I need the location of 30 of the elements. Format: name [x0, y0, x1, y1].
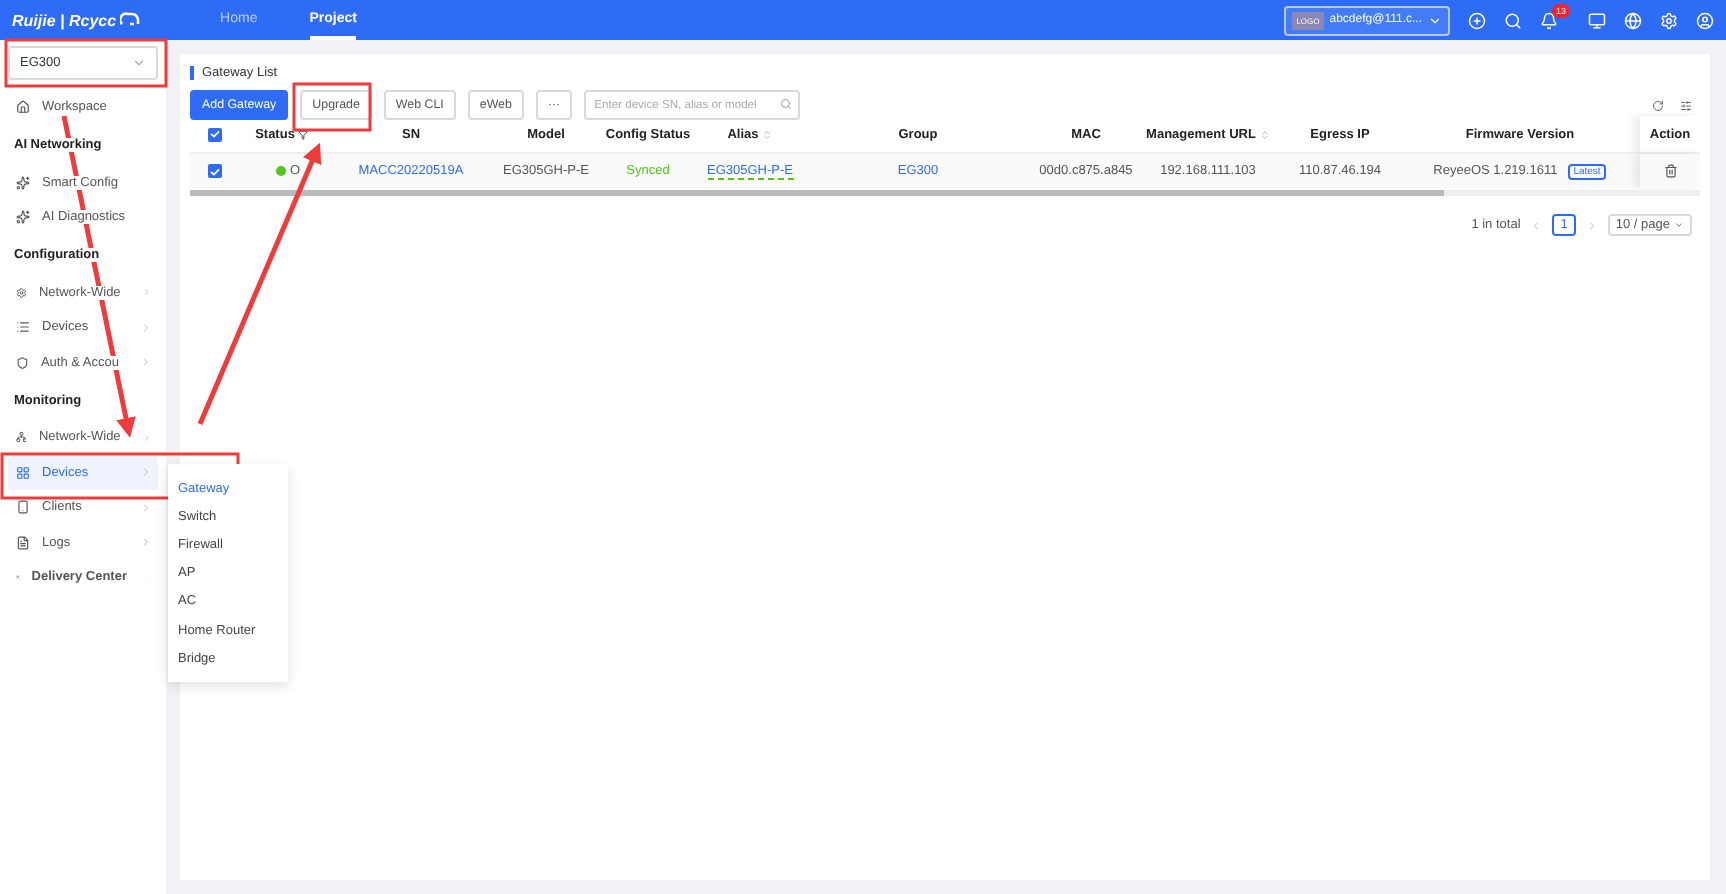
cloud-logo-icon — [120, 12, 141, 28]
settings-icon[interactable] — [1660, 11, 1678, 29]
checkbox[interactable] — [207, 127, 221, 141]
logo: Ruijie | Rcycc — [12, 11, 117, 29]
bell-icon[interactable] — [1539, 11, 1558, 29]
chevron-down-icon — [132, 56, 146, 70]
network-icon — [16, 430, 27, 445]
globe-icon[interactable] — [1624, 11, 1642, 29]
checkbox[interactable] — [207, 164, 221, 178]
user-icon[interactable] — [1696, 11, 1714, 29]
home-icon — [16, 100, 30, 115]
monitor-icon[interactable] — [1588, 11, 1606, 29]
list-icon — [16, 320, 30, 335]
shield-icon — [16, 355, 29, 370]
horizontal-scrollbar[interactable] — [190, 190, 1700, 196]
grid-icon — [16, 465, 30, 480]
sparkle-icon — [16, 175, 30, 190]
chevron-down-icon — [1427, 13, 1442, 27]
highlight-frame — [292, 82, 372, 132]
phone-icon — [16, 500, 30, 515]
chevron-down-icon — [1674, 220, 1684, 230]
refresh-icon[interactable] — [1652, 100, 1664, 112]
columns-settings-icon[interactable] — [1680, 100, 1692, 112]
delete-icon[interactable] — [1663, 164, 1677, 178]
gear-icon — [16, 285, 27, 300]
document-icon — [16, 535, 30, 550]
add-icon[interactable] — [1467, 11, 1486, 29]
sparkle-icon — [16, 210, 30, 225]
status-dot — [276, 166, 286, 176]
filter-icon[interactable] — [298, 129, 309, 139]
